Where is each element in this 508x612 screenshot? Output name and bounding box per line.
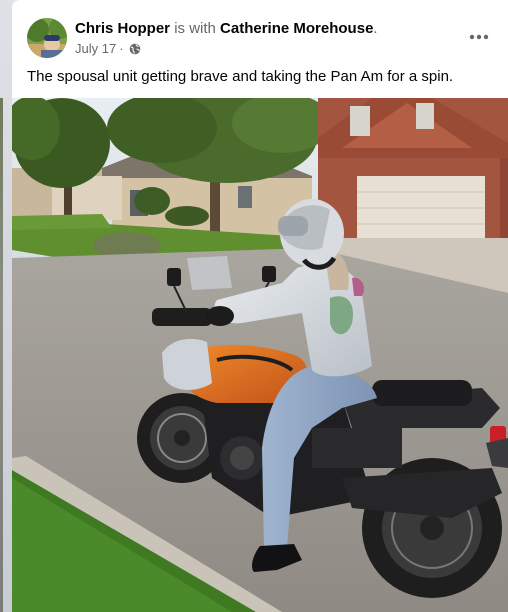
post-header: Chris Hopper is with Catherine Morehouse… xyxy=(12,0,508,62)
author-name[interactable]: Chris Hopper xyxy=(75,20,170,37)
globe-icon[interactable] xyxy=(129,43,141,55)
more-options-icon xyxy=(469,34,489,40)
motorcycle-photo xyxy=(12,98,508,612)
author-line: Chris Hopper is with Catherine Morehouse… xyxy=(75,20,378,37)
trailing-period: . xyxy=(373,20,378,37)
tagged-name[interactable]: Catherine Morehouse xyxy=(220,20,373,37)
avatar-image xyxy=(27,18,67,58)
avatar[interactable] xyxy=(27,18,67,58)
post-photo[interactable] xyxy=(12,98,508,612)
feed-page: Chris Hopper is with Catherine Morehouse… xyxy=(0,0,508,612)
post-card: Chris Hopper is with Catherine Morehouse… xyxy=(12,0,508,612)
more-options-button[interactable] xyxy=(464,22,494,52)
adjacent-post-edge xyxy=(0,0,12,612)
with-text: is with xyxy=(174,20,216,37)
post-date[interactable]: July 17 xyxy=(75,41,116,56)
meta-separator: · xyxy=(119,41,124,56)
post-meta: July 17 · xyxy=(75,41,141,56)
post-text: The spousal unit getting brave and takin… xyxy=(27,68,454,85)
adjacent-photo-edge xyxy=(0,98,3,612)
